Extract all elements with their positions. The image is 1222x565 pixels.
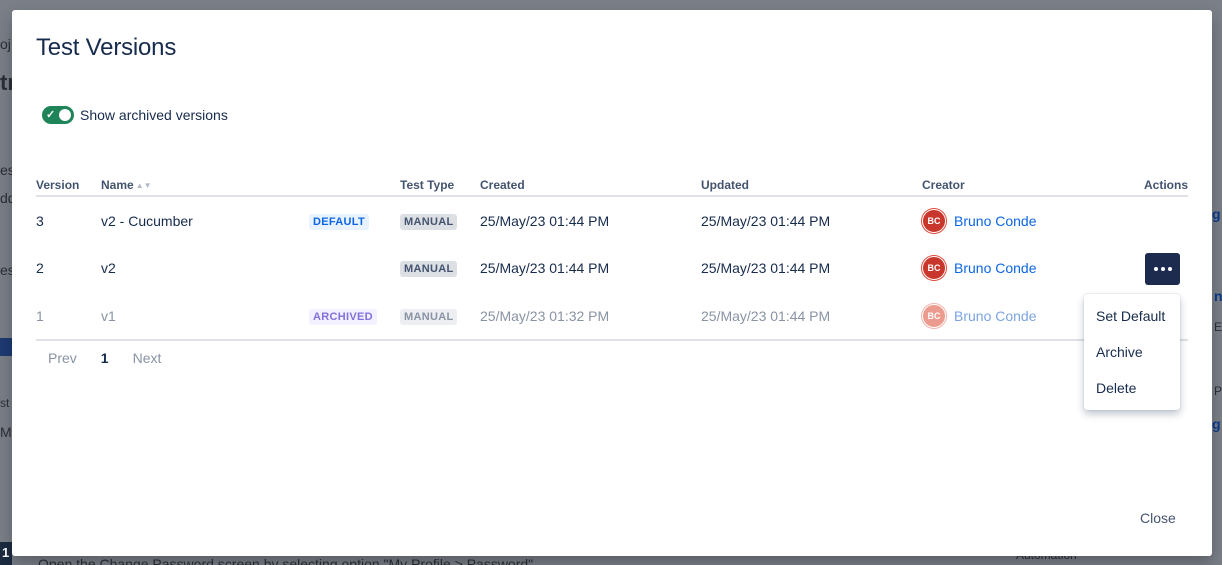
cell-creator: BC Bruno Conde bbox=[922, 196, 1082, 244]
check-icon: ✓ bbox=[46, 109, 56, 121]
cell-test-type: MANUAL bbox=[400, 244, 480, 292]
more-horizontal-icon bbox=[1153, 267, 1158, 271]
cell-name: v2 - Cucumber bbox=[101, 212, 193, 229]
bg-text: P bbox=[1214, 384, 1222, 398]
more-horizontal-icon bbox=[1167, 267, 1172, 271]
show-archived-toggle[interactable]: ✓ bbox=[42, 106, 74, 124]
header-actions: Actions bbox=[1082, 174, 1188, 197]
versions-table: Version Name ▲▼ Test Type Created Updated… bbox=[36, 174, 1188, 341]
creator-link[interactable]: Bruno Conde bbox=[954, 260, 1037, 276]
bg-text: oj bbox=[0, 36, 11, 52]
avatar[interactable]: BC bbox=[922, 208, 946, 233]
cell-badge bbox=[309, 244, 400, 292]
creator-link[interactable]: Bruno Conde bbox=[954, 308, 1037, 324]
test-type-lozenge: MANUAL bbox=[400, 308, 458, 325]
cell-badge: ARCHIVED bbox=[309, 292, 400, 341]
table-row: 2 v2 MANUAL 25/May/23 01:44 PM 25/May/23… bbox=[36, 244, 1188, 292]
cell-created: 25/May/23 01:32 PM bbox=[480, 292, 701, 341]
cell-version: 2 bbox=[36, 260, 44, 276]
test-type-lozenge: MANUAL bbox=[400, 213, 458, 230]
bg-text: M bbox=[0, 424, 12, 440]
bg-text: g bbox=[1212, 416, 1221, 432]
cell-created: 25/May/23 01:44 PM bbox=[480, 260, 610, 276]
table-header-row: Version Name ▲▼ Test Type Created Updated… bbox=[36, 174, 1188, 197]
menu-item-set-default[interactable]: Set Default bbox=[1084, 298, 1180, 334]
header-name[interactable]: Name ▲▼ bbox=[101, 174, 309, 197]
menu-item-delete[interactable]: Delete bbox=[1084, 370, 1180, 406]
close-button[interactable]: Close bbox=[1132, 506, 1184, 530]
header-badge bbox=[309, 174, 400, 197]
menu-item-archive[interactable]: Archive bbox=[1084, 334, 1180, 370]
show-archived-label[interactable]: Show archived versions bbox=[80, 107, 228, 123]
page-number-current[interactable]: 1 bbox=[101, 350, 109, 366]
bg-text: n bbox=[1214, 288, 1222, 304]
dialog-title: Test Versions bbox=[36, 34, 177, 61]
more-horizontal-icon bbox=[1160, 267, 1165, 271]
cell-updated: 25/May/23 01:44 PM bbox=[701, 292, 922, 341]
pagination: Prev 1 Next bbox=[48, 350, 161, 366]
creator: BC Bruno Conde bbox=[922, 256, 1082, 280]
default-badge: DEFAULT bbox=[309, 213, 370, 230]
archived-badge: ARCHIVED bbox=[309, 308, 377, 325]
more-actions-button[interactable] bbox=[1145, 253, 1180, 285]
test-versions-dialog: Test Versions ✓ Show archived versions V… bbox=[12, 10, 1212, 556]
table-row: 1 v1 ARCHIVED MANUAL 25/May/23 01:32 PM … bbox=[36, 292, 1188, 341]
cell-created: 25/May/23 01:44 PM bbox=[480, 212, 610, 229]
actions-dropdown-menu: Set Default Archive Delete bbox=[1084, 294, 1180, 410]
header-name-label: Name bbox=[101, 177, 134, 192]
cell-version: 1 bbox=[36, 292, 101, 341]
header-version: Version bbox=[36, 174, 101, 197]
cell-badge: DEFAULT bbox=[309, 196, 400, 244]
cell-actions bbox=[1082, 196, 1188, 244]
test-type-lozenge: MANUAL bbox=[400, 261, 458, 277]
bg-text: Open the Change Password screen by selec… bbox=[38, 556, 534, 565]
cell-name: v1 bbox=[101, 292, 309, 341]
creator: BC Bruno Conde bbox=[922, 208, 1082, 233]
cell-version: 3 bbox=[36, 212, 44, 229]
sort-icon: ▲▼ bbox=[135, 180, 152, 190]
avatar[interactable]: BC bbox=[922, 303, 946, 328]
bg-icon bbox=[0, 338, 12, 356]
bg-text: st bbox=[0, 396, 10, 410]
table-row: 3 v2 - Cucumber DEFAULT MANUAL 25/May/23… bbox=[36, 196, 1188, 244]
cell-creator: BC Bruno Conde bbox=[922, 292, 1082, 341]
cell-test-type: MANUAL bbox=[400, 196, 480, 244]
header-creator: Creator bbox=[922, 174, 1082, 197]
next-page-button[interactable]: Next bbox=[133, 350, 162, 366]
header-test-type: Test Type bbox=[400, 174, 480, 197]
cell-creator: BC Bruno Conde bbox=[922, 244, 1082, 292]
avatar[interactable]: BC bbox=[922, 256, 946, 280]
cell-updated: 25/May/23 01:44 PM bbox=[701, 212, 831, 229]
prev-page-button[interactable]: Prev bbox=[48, 350, 77, 366]
cell-test-type: MANUAL bbox=[400, 292, 480, 341]
header-updated: Updated bbox=[701, 174, 922, 197]
toggle-knob bbox=[59, 109, 71, 121]
bg-badge: 1 bbox=[0, 542, 12, 565]
show-archived-toggle-row: ✓ Show archived versions bbox=[42, 106, 228, 124]
creator-link[interactable]: Bruno Conde bbox=[954, 213, 1037, 229]
bg-text: g bbox=[1212, 206, 1221, 222]
creator: BC Bruno Conde bbox=[922, 303, 1082, 328]
cell-name: v2 bbox=[101, 260, 116, 276]
cell-updated: 25/May/23 01:44 PM bbox=[701, 260, 831, 276]
header-created: Created bbox=[480, 174, 701, 197]
bg-text: E bbox=[1214, 320, 1222, 334]
